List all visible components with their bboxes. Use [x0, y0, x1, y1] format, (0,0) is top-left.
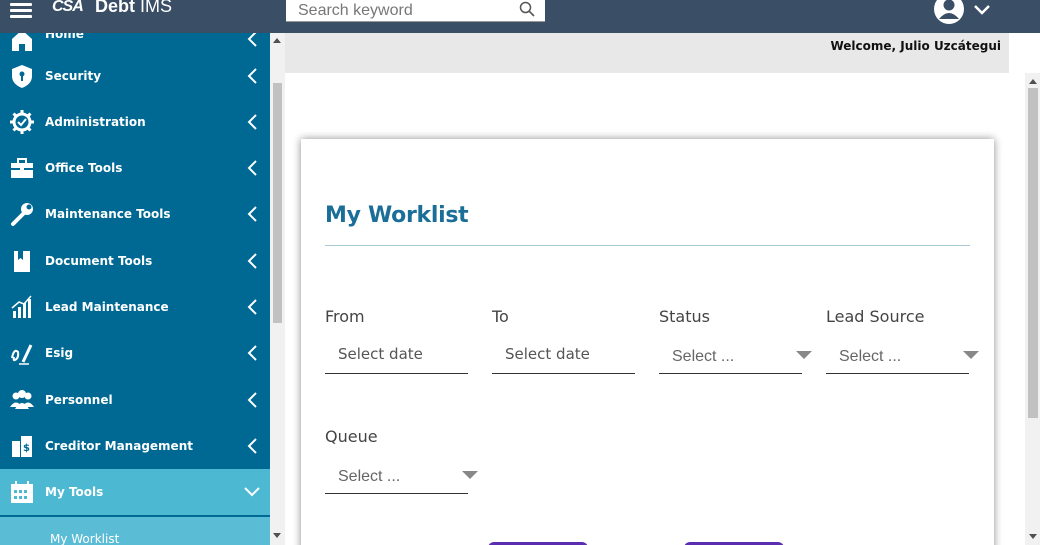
sidebar-subitem-label: My Worklist: [50, 532, 120, 545]
chevron-down-icon[interactable]: [974, 4, 990, 16]
title-divider: [325, 245, 970, 246]
sidebar-item-label: Administration: [45, 115, 146, 129]
queue-select-value: Select ...: [338, 468, 401, 485]
sidebar-item-label: My Tools: [45, 485, 104, 499]
status-label: Status: [659, 307, 710, 326]
welcome-bar: Welcome, Julio Uzcátegui: [285, 33, 1009, 73]
chevron-left-icon: [247, 160, 257, 176]
to-label: To: [492, 307, 509, 326]
sidebar-item-label: Personnel: [45, 393, 113, 407]
sidebar-item-label: Lead Maintenance: [45, 300, 169, 314]
building-icon: $: [12, 436, 32, 457]
sidebar-item-lead-maintenance[interactable]: Lead Maintenance: [0, 284, 270, 330]
briefcase-icon: [11, 158, 33, 178]
app-title: Debt IMS: [95, 0, 173, 16]
scroll-down-arrow-icon[interactable]: [1029, 534, 1037, 539]
sidebar-item-my-tools[interactable]: My Tools: [0, 469, 270, 515]
sidebar-item-administration[interactable]: Administration: [0, 99, 270, 145]
sidebar-item-label: Maintenance Tools: [45, 207, 171, 221]
scroll-up-arrow-icon[interactable]: [273, 38, 281, 43]
chevron-left-icon: [247, 299, 257, 315]
company-logo: CSA: [52, 0, 84, 15]
chevron-left-icon: [247, 438, 257, 454]
lead-source-select-value: Select ...: [839, 348, 902, 365]
from-date-placeholder: Select date: [338, 345, 423, 363]
chevron-left-icon: [247, 392, 257, 408]
sidebar-item-security[interactable]: Security: [0, 53, 270, 99]
dropdown-caret-icon[interactable]: [462, 471, 478, 479]
calendar-icon: [11, 481, 33, 503]
search-input[interactable]: [286, 0, 511, 22]
worklist-card: My Worklist From Select date To Select d…: [301, 139, 994, 545]
chevron-left-icon: [247, 114, 257, 130]
scroll-up-arrow-icon[interactable]: [1029, 79, 1037, 84]
chevron-left-icon: [247, 33, 257, 47]
sidebar-item-label: Office Tools: [45, 161, 123, 175]
sidebar-item-label: Document Tools: [45, 254, 153, 268]
shield-icon: [12, 65, 32, 88]
from-date-input[interactable]: Select date: [325, 337, 468, 374]
sidebar-item-office-tools[interactable]: Office Tools: [0, 145, 270, 191]
to-date-input[interactable]: Select date: [492, 337, 635, 374]
status-select-value: Select ...: [672, 348, 735, 365]
dropdown-caret-icon[interactable]: [796, 351, 812, 359]
people-icon: [10, 390, 34, 409]
sidebar-item-personnel[interactable]: Personnel: [0, 377, 270, 423]
svg-text:$: $: [23, 443, 30, 454]
user-avatar-icon[interactable]: [934, 0, 964, 24]
queue-select[interactable]: Select ...: [325, 457, 478, 494]
sidebar-item-label: Home: [45, 33, 84, 41]
chevron-left-icon: [247, 345, 257, 361]
sidebar-item-creditor-management[interactable]: $ Creditor Management: [0, 423, 270, 469]
sidebar-item-label: Security: [45, 69, 102, 83]
main-scrollbar[interactable]: [1009, 33, 1040, 545]
sidebar-item-label: Creditor Management: [45, 439, 193, 453]
top-bar: CSA Debt IMS: [0, 0, 1040, 33]
sidebar-item-label: Esig: [45, 346, 74, 360]
chevron-down-icon: [244, 487, 260, 497]
chevron-left-icon: [247, 253, 257, 269]
scrollbar-thumb[interactable]: [273, 83, 282, 323]
sidebar: Home Security Administration Office Tool…: [0, 33, 270, 545]
bar-chart-icon: [11, 295, 32, 318]
lead-source-label: Lead Source: [826, 307, 925, 326]
to-date-placeholder: Select date: [505, 345, 590, 363]
search-box: [286, 0, 545, 22]
search-icon[interactable]: [519, 1, 535, 17]
wrench-icon: [11, 203, 33, 226]
sidebar-item-maintenance-tools[interactable]: Maintenance Tools: [0, 191, 270, 237]
chevron-left-icon: [247, 68, 257, 84]
status-select[interactable]: Select ...: [659, 337, 812, 374]
welcome-text: Welcome, Julio Uzcátegui: [830, 39, 1001, 53]
sidebar-subitem-my-worklist[interactable]: My Worklist: [0, 517, 270, 545]
sidebar-item-document-tools[interactable]: Document Tools: [0, 238, 270, 284]
gear-check-icon: [10, 110, 34, 134]
scrollbar-thumb[interactable]: [1028, 88, 1038, 418]
signature-icon: [11, 344, 33, 365]
page-title: My Worklist: [325, 203, 469, 228]
sidebar-scrollbar[interactable]: [270, 33, 285, 545]
dropdown-caret-icon[interactable]: [963, 351, 979, 359]
book-icon: [14, 251, 30, 272]
chevron-left-icon: [247, 206, 257, 222]
queue-label: Queue: [325, 427, 378, 446]
from-label: From: [325, 307, 365, 326]
scroll-down-arrow-icon[interactable]: [273, 533, 281, 538]
lead-source-select[interactable]: Select ...: [826, 337, 979, 374]
sidebar-item-esig[interactable]: Esig: [0, 330, 270, 376]
hamburger-menu-icon[interactable]: [10, 0, 32, 18]
home-icon: [12, 33, 32, 51]
